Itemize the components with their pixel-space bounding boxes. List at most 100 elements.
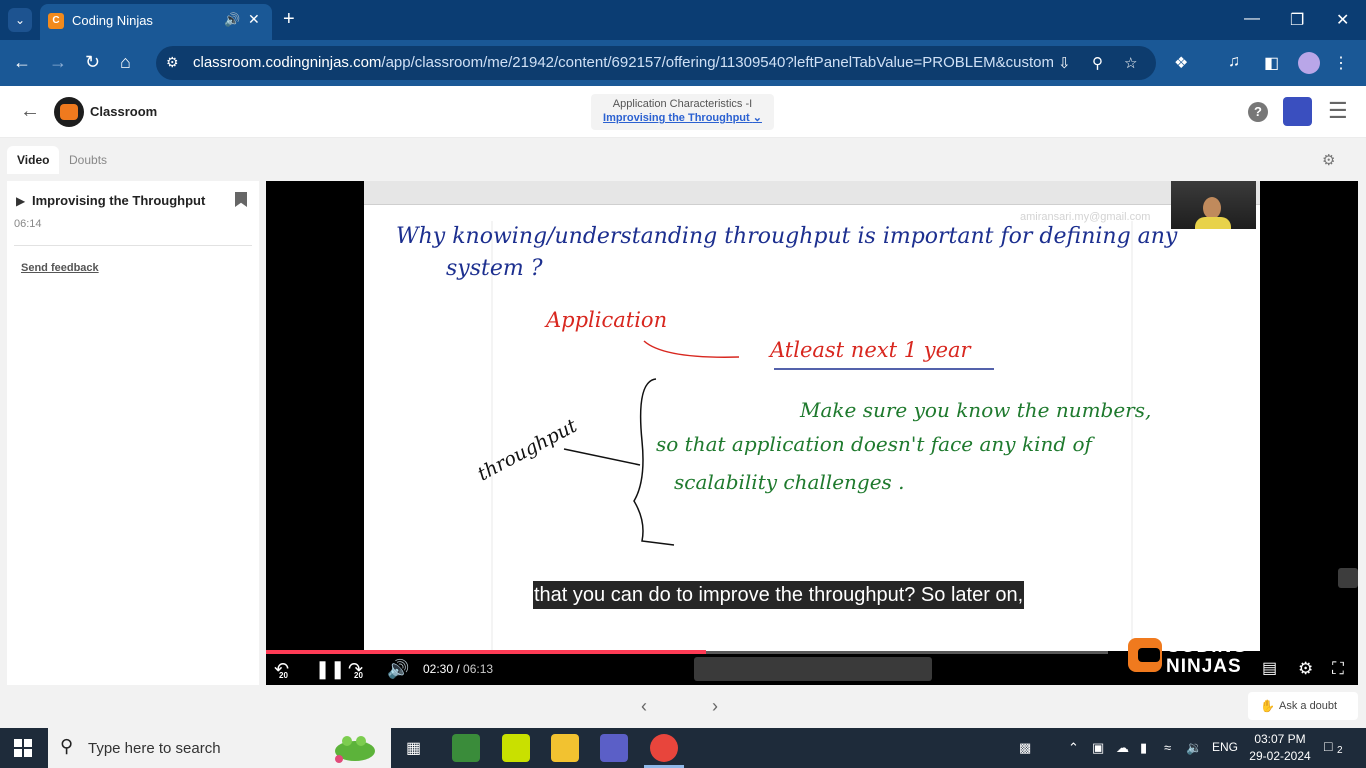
coding-ninjas-logo [54, 97, 84, 127]
notification-count: 2 [1337, 745, 1343, 756]
browser-tab[interactable]: C Coding Ninjas 🔊 ✕ [40, 4, 272, 40]
reload-icon[interactable]: ↻ [85, 52, 100, 72]
next-chevron-icon[interactable]: › [712, 696, 718, 717]
volume-icon[interactable]: 🔊 [387, 659, 409, 679]
chevron-down-icon: ⌄ [752, 112, 762, 124]
pen-toolbar [694, 657, 932, 681]
audio-playing-icon[interactable]: 🔊 [224, 12, 240, 28]
browser-menu-icon[interactable]: ⋮ [1333, 53, 1349, 73]
panel-tabs: Video Doubts ⚙ [0, 138, 1366, 182]
gnumeric-icon[interactable] [452, 734, 480, 762]
help-icon[interactable]: ? [1248, 102, 1268, 122]
task-view-icon[interactable]: ▦ [406, 738, 421, 758]
taskbar-search[interactable]: ⚲ Type here to search [48, 728, 391, 768]
seek-bar[interactable] [266, 650, 1108, 654]
side-panel-icon[interactable]: ◧ [1264, 53, 1279, 73]
restore-icon[interactable]: ❐ [1290, 10, 1304, 30]
clock-date: 29-02-2024 [1249, 749, 1311, 763]
browser-profile-avatar[interactable] [1298, 52, 1320, 74]
teams-icon[interactable] [600, 734, 628, 762]
taskbar-widget-icon[interactable]: ▩ [1019, 740, 1031, 756]
breadcrumb[interactable]: Application Characteristics -I Improvisi… [591, 94, 774, 130]
hw-line1: Why knowing/understanding throughput is … [396, 224, 1178, 249]
tab-close-icon[interactable]: ✕ [248, 11, 260, 28]
user-avatar[interactable] [1283, 97, 1312, 126]
new-tab-plus-icon[interactable]: + [283, 8, 295, 30]
lesson-title[interactable]: Improvising the Throughput [32, 193, 205, 208]
chrome-icon[interactable] [650, 734, 678, 762]
divider [14, 245, 252, 246]
brand-line2: NINJAS [1166, 656, 1242, 677]
browser-toolbar: ← → ↻ ⌂ ⚙ classroom.codingninjas.com/app… [0, 40, 1366, 86]
wifi-icon[interactable]: ≈ [1164, 740, 1171, 755]
hw-scalability: scalability challenges . [674, 470, 905, 494]
hamburger-menu-icon[interactable]: ☰ [1328, 98, 1348, 124]
hw-throughput: throughput [474, 415, 581, 486]
bookmark-icon[interactable] [235, 192, 247, 207]
tab-video[interactable]: Video [7, 146, 60, 174]
instructor-webcam [1171, 181, 1256, 229]
install-app-icon[interactable]: ⇩ [1058, 54, 1071, 72]
video-player[interactable]: amiransari.my@gmail.com Why knowing/unde… [266, 181, 1358, 685]
frog-illustration-icon [335, 736, 375, 763]
play-circle-icon: ▶ [16, 194, 26, 208]
ask-doubt-label: Ask a doubt [1279, 700, 1338, 712]
app-name: Classroom [90, 104, 158, 119]
total-time: 06:13 [463, 662, 494, 676]
fullscreen-icon[interactable]: ⛶ [1332, 659, 1344, 679]
forward-arrow-icon[interactable]: → [49, 52, 67, 72]
show-hidden-icons-chevron-icon[interactable]: ⌃ [1068, 740, 1079, 756]
breadcrumb-current-label: Improvising the Throughput [603, 112, 750, 124]
black-arrow [563, 448, 641, 466]
subtitles-icon[interactable]: ▤ [1262, 659, 1277, 679]
pause-icon[interactable]: ❚❚ [315, 659, 345, 679]
address-bar[interactable]: ⚙ classroom.codingninjas.com/app/classro… [156, 46, 1156, 80]
bookmark-star-icon[interactable]: ☆ [1124, 54, 1137, 72]
taskbar-search-placeholder: Type here to search [88, 740, 221, 757]
clock-time: 03:07 PM [1254, 732, 1306, 746]
brand-line1: CODING [1166, 636, 1248, 657]
windows-start-icon[interactable] [14, 739, 32, 757]
extensions-icon[interactable]: ❖ [1174, 53, 1188, 73]
home-icon[interactable]: ⌂ [120, 52, 131, 72]
collapse-handle[interactable] [1338, 568, 1358, 588]
cloud-icon[interactable]: ☁ [1116, 740, 1129, 756]
tab-doubts[interactable]: Doubts [59, 146, 117, 174]
hw-so-that: so that application doesn't face any kin… [656, 432, 1096, 456]
time-display: 02:30 / 06:13 [423, 662, 494, 676]
gear-icon[interactable]: ⚙ [1322, 151, 1335, 169]
language-indicator[interactable]: ENG [1212, 740, 1238, 754]
browser-tab-bar: ⌄ C Coding Ninjas 🔊 ✕ + — ❐ ✕ [0, 0, 1366, 40]
media-controls-icon[interactable]: ♫ [1228, 53, 1240, 71]
minimize-icon[interactable]: — [1244, 10, 1260, 28]
breadcrumb-parent: Application Characteristics -I [612, 98, 753, 110]
hw-atleast: Atleast next 1 year [768, 338, 973, 362]
hw-line2: system ? [446, 256, 543, 281]
back-arrow-icon[interactable]: ← [13, 52, 31, 72]
battery-icon[interactable]: ▮ [1140, 740, 1147, 756]
ask-doubt-button[interactable]: ✋ Ask a doubt [1248, 692, 1358, 720]
video-settings-icon[interactable]: ⚙ [1298, 659, 1313, 679]
tab-title: Coding Ninjas [72, 13, 153, 28]
black-brace [633, 378, 675, 546]
hand-icon: ✋ [1260, 699, 1275, 713]
tab-search-chevron-icon[interactable]: ⌄ [8, 8, 32, 32]
zoom-icon[interactable]: ⚲ [1092, 54, 1103, 72]
url-text[interactable]: classroom.codingninjas.com/app/classroom… [193, 54, 1053, 71]
notification-center-icon[interactable]: □ 2 [1324, 738, 1346, 758]
previous-chevron-icon[interactable]: ‹ [641, 696, 647, 717]
coding-ninjas-favicon: C [48, 13, 64, 29]
send-feedback-link[interactable]: Send feedback [21, 262, 99, 274]
speaker-icon[interactable]: 🔉 [1186, 740, 1202, 756]
red-arrow [643, 340, 740, 358]
meet-icon[interactable]: ▣ [1092, 740, 1104, 756]
site-info-icon[interactable]: ⚙ [166, 54, 179, 71]
window-close-icon[interactable]: ✕ [1336, 10, 1349, 30]
breadcrumb-current[interactable]: Improvising the Throughput ⌄ [591, 111, 774, 124]
back-arrow-icon[interactable]: ← [20, 100, 40, 123]
pycharm-icon[interactable] [502, 734, 530, 762]
search-icon: ⚲ [60, 736, 74, 756]
taskbar-clock[interactable]: 03:07 PM 29-02-2024 [1245, 731, 1315, 765]
file-explorer-icon[interactable] [551, 734, 579, 762]
hw-make-sure: Make sure you know the numbers, [799, 398, 1151, 422]
